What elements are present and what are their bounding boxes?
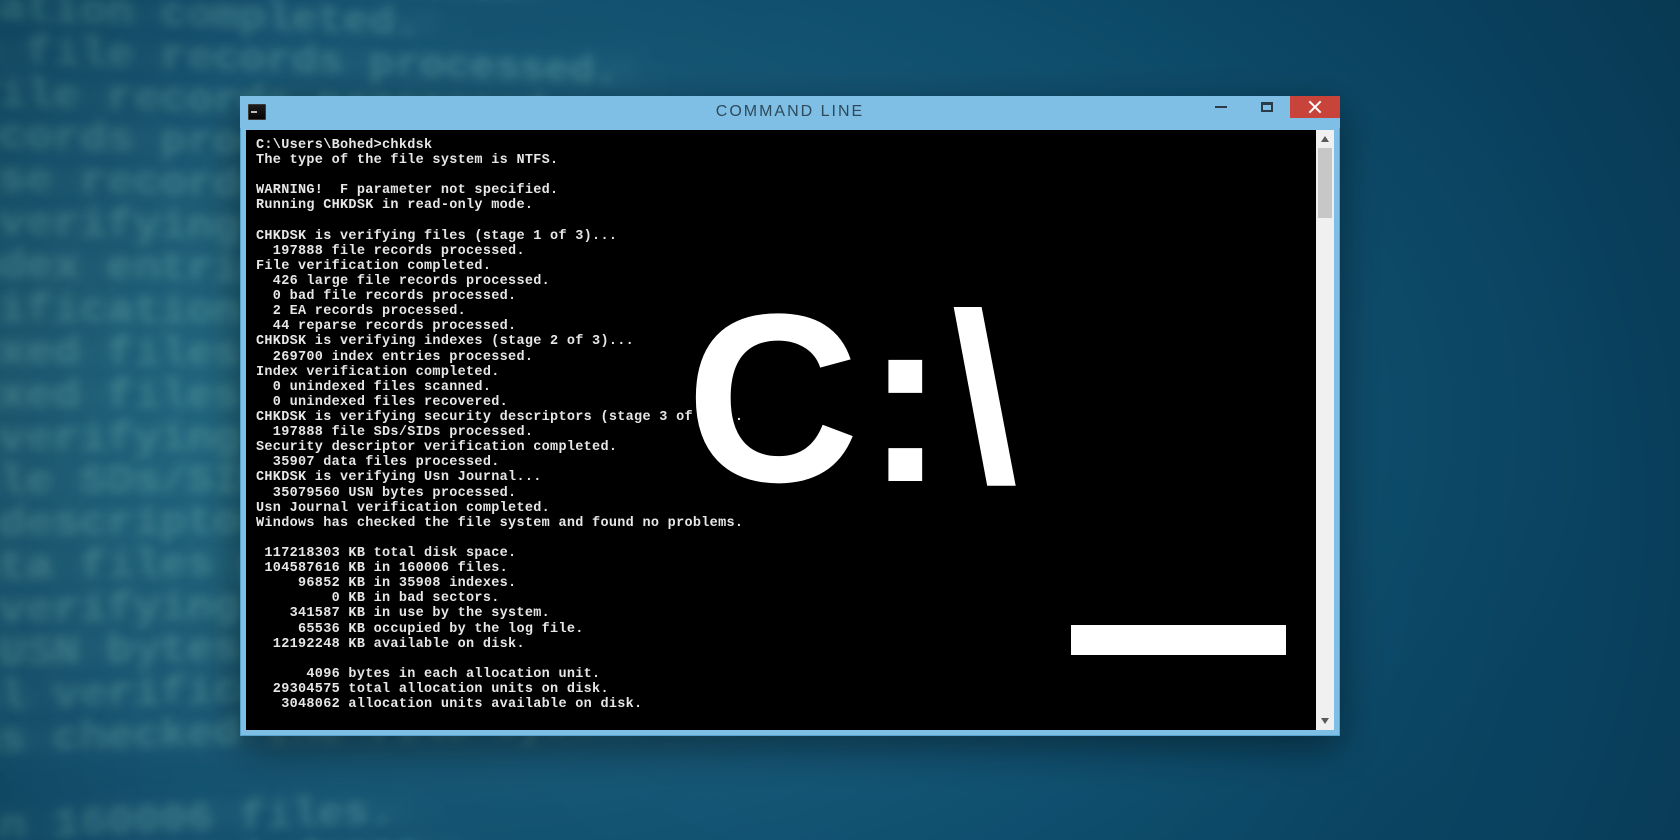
minimize-button[interactable] <box>1198 96 1244 118</box>
scroll-up-button[interactable] <box>1316 130 1334 148</box>
terminal-viewport[interactable]: C:\Users\Bohed>chkdsk The type of the fi… <box>246 130 1316 730</box>
terminal-output: C:\Users\Bohed>chkdsk The type of the fi… <box>246 130 1316 720</box>
maximize-icon <box>1261 102 1273 112</box>
window-controls <box>1198 96 1340 118</box>
scroll-thumb[interactable] <box>1318 148 1332 218</box>
command-line-window: COMMAND LINE C:\Users\Bohed>chkdsk The t… <box>240 96 1340 736</box>
minimize-icon <box>1215 106 1227 108</box>
close-icon <box>1308 100 1322 114</box>
window-title: COMMAND LINE <box>240 103 1340 121</box>
vertical-scrollbar[interactable] <box>1316 130 1334 730</box>
maximize-button[interactable] <box>1244 96 1290 118</box>
scroll-down-button[interactable] <box>1316 712 1334 730</box>
chevron-up-icon <box>1320 134 1330 144</box>
close-button[interactable] <box>1290 96 1340 118</box>
titlebar[interactable]: COMMAND LINE <box>240 96 1340 128</box>
chevron-down-icon <box>1320 716 1330 726</box>
scroll-track[interactable] <box>1316 148 1334 712</box>
client-area: C:\Users\Bohed>chkdsk The type of the fi… <box>246 130 1334 730</box>
